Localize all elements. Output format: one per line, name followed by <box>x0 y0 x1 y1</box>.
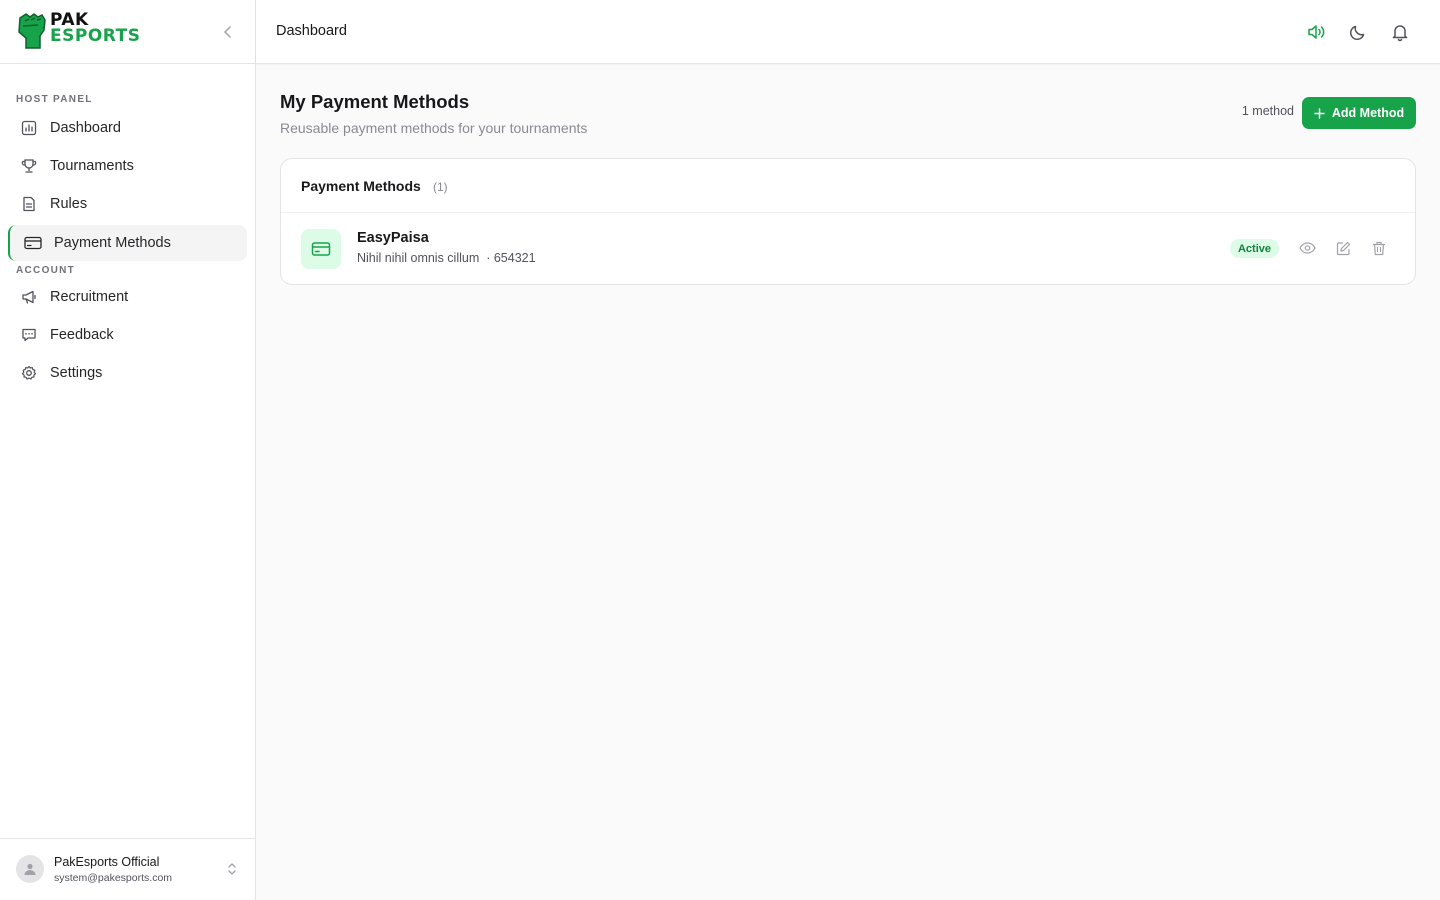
sidebar: PAK ESPORTS HOST PANEL Dashboard Tournam… <box>0 0 256 900</box>
speaker-icon <box>1308 25 1325 39</box>
notifications-button[interactable] <box>1388 20 1412 44</box>
payment-method-icon <box>301 229 341 269</box>
page-title: My Payment Methods <box>280 91 470 112</box>
sidebar-item-label: Settings <box>50 365 103 381</box>
top-bar: Dashboard <box>256 0 1440 64</box>
sidebar-item-tournaments[interactable]: Tournaments <box>8 148 247 184</box>
payment-methods-card: Payment Methods (1) EasyPaisa Nihil nihi… <box>280 158 1416 285</box>
sidebar-item-label: Payment Methods <box>54 235 171 251</box>
status-badge: Active <box>1230 239 1279 258</box>
user-account-menu[interactable]: PakEsports Official system@pakesports.co… <box>0 838 255 900</box>
trash-icon <box>1373 241 1385 255</box>
page-breadcrumb-title: Dashboard <box>276 23 347 39</box>
delete-method-button[interactable] <box>1369 238 1389 258</box>
sidebar-item-settings[interactable]: Settings <box>8 355 247 391</box>
theme-toggle-button[interactable] <box>1346 20 1370 44</box>
sidebar-item-label: Rules <box>50 196 88 212</box>
chart-icon <box>20 119 38 137</box>
avatar <box>16 855 44 883</box>
add-method-button[interactable]: Add Method <box>1302 97 1416 129</box>
bell-icon <box>1392 25 1408 42</box>
moon-icon <box>1349 25 1365 41</box>
sidebar-item-label: Tournaments <box>50 158 134 174</box>
chat-icon <box>20 326 38 344</box>
credit-card-icon <box>311 242 331 256</box>
method-count: 1 method <box>1241 104 1294 118</box>
sidebar-item-label: Feedback <box>50 327 114 343</box>
megaphone-icon <box>20 288 38 306</box>
sidebar-item-label: Dashboard <box>50 120 121 136</box>
sidebar-item-label: Recruitment <box>50 289 129 305</box>
trophy-icon <box>20 157 38 175</box>
sound-toggle-button[interactable] <box>1304 20 1328 44</box>
user-icon <box>24 863 36 875</box>
sidebar-item-dashboard[interactable]: Dashboard <box>8 110 247 146</box>
card-count: (1) <box>433 180 448 194</box>
sidebar-item-payment-methods[interactable]: Payment Methods <box>8 225 247 261</box>
card-title: Payment Methods <box>301 178 421 194</box>
sidebar-item-recruitment[interactable]: Recruitment <box>8 279 247 315</box>
chevron-left-icon <box>223 26 231 38</box>
user-email: system@pakesports.com <box>54 872 173 884</box>
payment-method-detail: Nihil nihil omnis cillum · 654321 <box>357 251 536 265</box>
payment-method-name: EasyPaisa <box>357 230 429 246</box>
fist-logo-icon <box>18 13 46 49</box>
sidebar-item-rules[interactable]: Rules <box>8 186 247 222</box>
collapse-sidebar-button[interactable] <box>218 22 238 42</box>
eye-icon <box>1298 242 1316 254</box>
sidebar-item-feedback[interactable]: Feedback <box>8 317 247 353</box>
page-subtitle: Reusable payment methods for your tourna… <box>280 120 588 136</box>
sidebar-header: PAK ESPORTS <box>0 0 255 64</box>
card-header: Payment Methods (1) <box>281 159 1415 213</box>
logo-text: PAK ESPORTS <box>50 12 141 46</box>
pak-esports-logo[interactable]: PAK ESPORTS <box>16 12 156 52</box>
user-name: PakEsports Official <box>54 855 160 869</box>
edit-method-button[interactable] <box>1333 238 1353 258</box>
add-method-label: Add Method <box>1331 106 1405 120</box>
chevrons-up-down-icon <box>228 863 236 875</box>
gear-icon <box>20 364 38 382</box>
credit-card-icon <box>24 234 42 252</box>
plus-icon <box>1314 107 1325 119</box>
section-label-account: ACCOUNT <box>16 265 76 276</box>
document-icon <box>20 195 38 213</box>
logo-line-2: ESPORTS <box>50 26 141 46</box>
section-label-host-panel: HOST PANEL <box>16 94 93 105</box>
edit-icon <box>1336 241 1350 255</box>
view-method-button[interactable] <box>1297 238 1317 258</box>
